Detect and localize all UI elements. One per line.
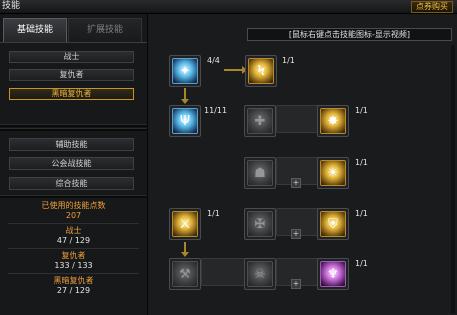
class-points-avenger: 133 / 133 bbox=[54, 261, 93, 270]
category-general-skills[interactable]: 综合技能 bbox=[9, 177, 134, 190]
skill-level: 1/1 bbox=[207, 209, 220, 218]
skill-level: 11/11 bbox=[204, 106, 228, 115]
divider bbox=[8, 248, 139, 249]
category-avenger[interactable]: 复仇者 bbox=[9, 69, 134, 81]
category-warrior[interactable]: 战士 bbox=[9, 51, 134, 63]
locked-skill-icon[interactable]: ☠ bbox=[247, 261, 273, 287]
blue-fork-skill-icon[interactable]: Ψ bbox=[172, 108, 198, 134]
skill-level: 1/1 bbox=[355, 209, 368, 218]
skill-slot[interactable]: ⚒ bbox=[169, 258, 201, 290]
class-points-warrior: 47 / 129 bbox=[56, 236, 91, 245]
prerequisite-arrow bbox=[224, 66, 247, 74]
tab-basic-skills[interactable]: 基础技能 bbox=[3, 18, 67, 43]
class-name-warrior: 战士 bbox=[65, 226, 82, 235]
skill-level: 4/4 bbox=[207, 56, 220, 65]
category-guild-war-skills[interactable]: 公会战技能 bbox=[9, 157, 134, 170]
prerequisite-arrow bbox=[181, 242, 189, 257]
class-name-dark-avenger: 黑暗复仇者 bbox=[53, 276, 94, 285]
skill-slot[interactable]: ⛨ bbox=[317, 208, 349, 240]
locked-skill-icon[interactable]: ⚒ bbox=[172, 261, 198, 287]
skill-slot[interactable]: ♆ bbox=[317, 258, 349, 290]
locked-skill-icon[interactable]: ☗ bbox=[247, 160, 273, 186]
skill-level: 1/1 bbox=[355, 106, 368, 115]
used-points-value: 207 bbox=[65, 211, 82, 220]
skill-slot[interactable]: ☗ bbox=[244, 157, 276, 189]
divider bbox=[0, 195, 147, 198]
class-name-avenger: 复仇者 bbox=[61, 251, 86, 260]
title-bar: 技能 点券购买 bbox=[0, 0, 457, 14]
category-dark-avenger[interactable]: 黑暗复仇者 bbox=[9, 88, 134, 100]
tab-divider bbox=[0, 42, 147, 43]
skill-points-summary: 已使用的技能点数 207 战士 47 / 129 复仇者 133 / 133 黑… bbox=[0, 201, 147, 296]
skill-level: 1/1 bbox=[355, 158, 368, 167]
gold-shield-skill-icon[interactable]: ⛨ bbox=[320, 211, 346, 237]
blue-crest-skill-icon[interactable]: ✦ bbox=[172, 58, 198, 84]
skill-slot[interactable]: Ψ bbox=[169, 105, 201, 137]
window-title: 技能 bbox=[2, 1, 21, 11]
gold-burst-skill-icon[interactable]: ✸ bbox=[320, 108, 346, 134]
skill-slot[interactable]: ✚ bbox=[244, 105, 276, 137]
scrollbar[interactable] bbox=[451, 45, 455, 313]
locked-skill-icon[interactable]: ✠ bbox=[247, 211, 273, 237]
class-points-dark-avenger: 27 / 129 bbox=[56, 286, 91, 295]
left-panel: 基础技能 扩展技能 战士 复仇者 黑暗复仇者 辅助技能 公会战技能 综合技能 已… bbox=[0, 14, 148, 315]
category-support-skills[interactable]: 辅助技能 bbox=[9, 138, 134, 151]
skill-slot[interactable]: ⚔ bbox=[169, 208, 201, 240]
skill-slot[interactable]: ☀ bbox=[317, 157, 349, 189]
divider bbox=[8, 273, 139, 274]
skill-slot[interactable]: Ϟ bbox=[245, 55, 277, 87]
skill-level: 1/1 bbox=[355, 259, 368, 268]
locked-skill-icon[interactable]: ✚ bbox=[247, 108, 273, 134]
gold-blade-skill-icon[interactable]: ⚔ bbox=[172, 211, 198, 237]
add-point-button[interactable]: + bbox=[291, 279, 301, 289]
tab-extended-skills[interactable]: 扩展技能 bbox=[68, 18, 142, 43]
gold-sun-skill-icon[interactable]: ☀ bbox=[320, 160, 346, 186]
divider bbox=[0, 124, 147, 127]
skill-tree-panel: [鼠标右键点击技能图标-显示视频] ✦ 4/4 Ϟ 1/1 Ψ 11/11 ✚ … bbox=[148, 14, 457, 315]
video-hint: [鼠标右键点击技能图标-显示视频] bbox=[247, 28, 452, 41]
divider bbox=[8, 223, 139, 224]
prerequisite-arrow bbox=[181, 88, 189, 104]
used-points-label: 已使用的技能点数 bbox=[41, 201, 106, 210]
skill-slot[interactable]: ✠ bbox=[244, 208, 276, 240]
skill-slot[interactable]: ✦ bbox=[169, 55, 201, 87]
shop-button[interactable]: 点券购买 bbox=[411, 1, 453, 13]
gold-rune-skill-icon[interactable]: Ϟ bbox=[248, 58, 274, 84]
add-point-button[interactable]: + bbox=[291, 178, 301, 188]
purple-spirit-skill-icon[interactable]: ♆ bbox=[320, 261, 346, 287]
divider bbox=[0, 128, 147, 131]
skill-level: 1/1 bbox=[282, 56, 295, 65]
skill-slot[interactable]: ✸ bbox=[317, 105, 349, 137]
add-point-button[interactable]: + bbox=[291, 229, 301, 239]
skill-slot[interactable]: ☠ bbox=[244, 258, 276, 290]
